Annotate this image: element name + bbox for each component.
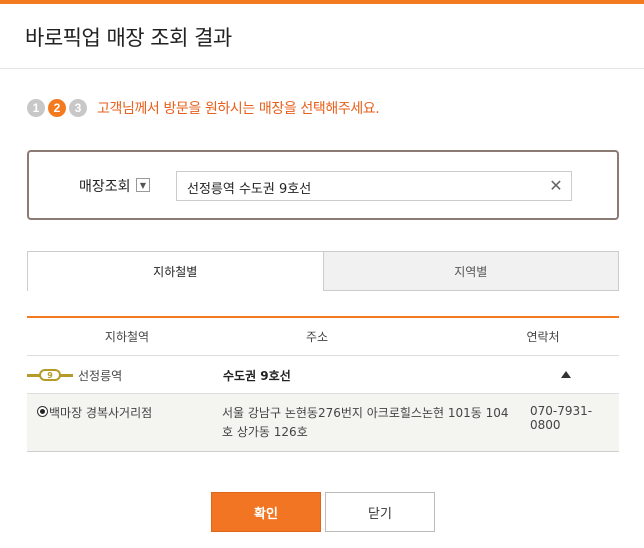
- table-row[interactable]: 백마장 경복사거리점 서울 강남구 논현동276번지 아크로힐스논현 101동 …: [27, 394, 619, 452]
- table-header: 지하철역 주소 연락처: [27, 318, 619, 356]
- tab-subway[interactable]: 지하철별: [27, 251, 324, 291]
- store-address: 서울 강남구 논현동276번지 아크로힐스논현 101동 104호 상가동 12…: [222, 406, 509, 439]
- subway-line-row[interactable]: 9 선정릉역 수도권 9호선: [27, 356, 619, 394]
- chevron-down-icon[interactable]: ▼: [136, 178, 150, 192]
- store-radio[interactable]: [37, 406, 48, 417]
- search-input[interactable]: 선정릉역 수도권 9호선: [176, 171, 572, 201]
- step-1: 1: [27, 99, 45, 117]
- search-label: 매장조회: [79, 179, 131, 195]
- tab-region[interactable]: 지역별: [323, 251, 619, 291]
- station-name: 선정릉역: [78, 369, 123, 383]
- page-title: 바로픽업 매장 조회 결과: [25, 26, 232, 50]
- subway-line-badge: 9: [27, 369, 73, 381]
- step-2: 2: [48, 99, 66, 117]
- store-table: 지하철역 주소 연락처 9 선정릉역 수도권 9호선 백마장 경복사거리점 서울…: [27, 316, 619, 452]
- step-message: 고객님께서 방문을 원하시는 매장을 선택해주세요.: [97, 101, 380, 117]
- store-name: 백마장 경복사거리점: [49, 406, 153, 420]
- confirm-button[interactable]: 확인: [211, 492, 321, 532]
- header-station: 지하철역: [104, 330, 150, 344]
- header: 바로픽업 매장 조회 결과: [0, 4, 644, 69]
- step-3: 3: [69, 99, 87, 117]
- close-icon[interactable]: ✕: [548, 176, 564, 196]
- line-number: 9: [39, 369, 61, 381]
- store-search-box: 매장조회 ▼ 선정릉역 수도권 9호선 ✕: [27, 150, 619, 220]
- collapse-arrow-icon[interactable]: [561, 371, 571, 378]
- store-phone: 070-7931-0800: [530, 404, 593, 432]
- step-indicator: 1 2 3 고객님께서 방문을 원하시는 매장을 선택해주세요.: [27, 98, 380, 118]
- close-button[interactable]: 닫기: [325, 492, 435, 532]
- header-phone: 연락처: [526, 330, 560, 344]
- tab-bar: 지하철별 지역별: [27, 251, 619, 291]
- header-address: 주소: [305, 330, 329, 344]
- line-name: 수도권 9호선: [223, 369, 291, 383]
